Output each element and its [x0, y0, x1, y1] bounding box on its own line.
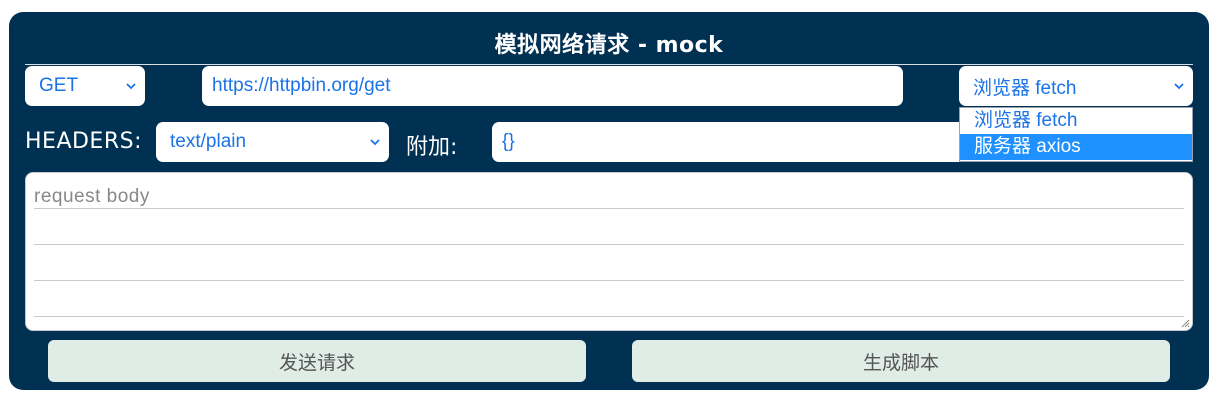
- chevron-down-icon: [1174, 83, 1184, 90]
- url-value: https://httpbin.org/get: [212, 75, 391, 96]
- url-input[interactable]: https://httpbin.org/get: [202, 66, 903, 106]
- title-divider: [25, 64, 1193, 65]
- textarea-rule-line: [34, 244, 1184, 245]
- engine-option-axios[interactable]: 服务器 axios: [960, 134, 1192, 160]
- method-value: GET: [39, 75, 79, 96]
- mock-request-panel: 模拟网络请求 - mock GET https://httpbin.org/ge…: [9, 12, 1209, 390]
- send-request-button[interactable]: 发送请求: [48, 340, 586, 382]
- extra-label: 附加:: [406, 135, 458, 160]
- method-select[interactable]: GET: [25, 66, 145, 106]
- content-type-value: text/plain: [170, 131, 247, 152]
- chevron-down-icon: [126, 83, 136, 90]
- request-body-textarea[interactable]: request body: [25, 172, 1193, 331]
- request-body-placeholder: request body: [34, 186, 150, 207]
- textarea-rule-line: [34, 316, 1184, 317]
- textarea-rule-line: [34, 280, 1184, 281]
- generate-script-button[interactable]: 生成脚本: [632, 340, 1170, 382]
- engine-value: 浏览器 fetch: [973, 77, 1077, 99]
- extra-headers-input[interactable]: {}: [492, 122, 992, 162]
- resize-handle-icon[interactable]: [1180, 318, 1190, 328]
- engine-select[interactable]: 浏览器 fetch: [959, 66, 1193, 106]
- engine-option-fetch[interactable]: 浏览器 fetch: [960, 108, 1192, 134]
- engine-dropdown-list: 浏览器 fetch 服务器 axios: [959, 107, 1193, 162]
- headers-label: HEADERS:: [25, 129, 142, 154]
- textarea-rule-line: [34, 208, 1184, 209]
- chevron-down-icon: [370, 139, 380, 146]
- panel-title: 模拟网络请求 - mock: [494, 33, 724, 58]
- extra-headers-value: {}: [502, 131, 515, 152]
- content-type-select[interactable]: text/plain: [156, 122, 389, 162]
